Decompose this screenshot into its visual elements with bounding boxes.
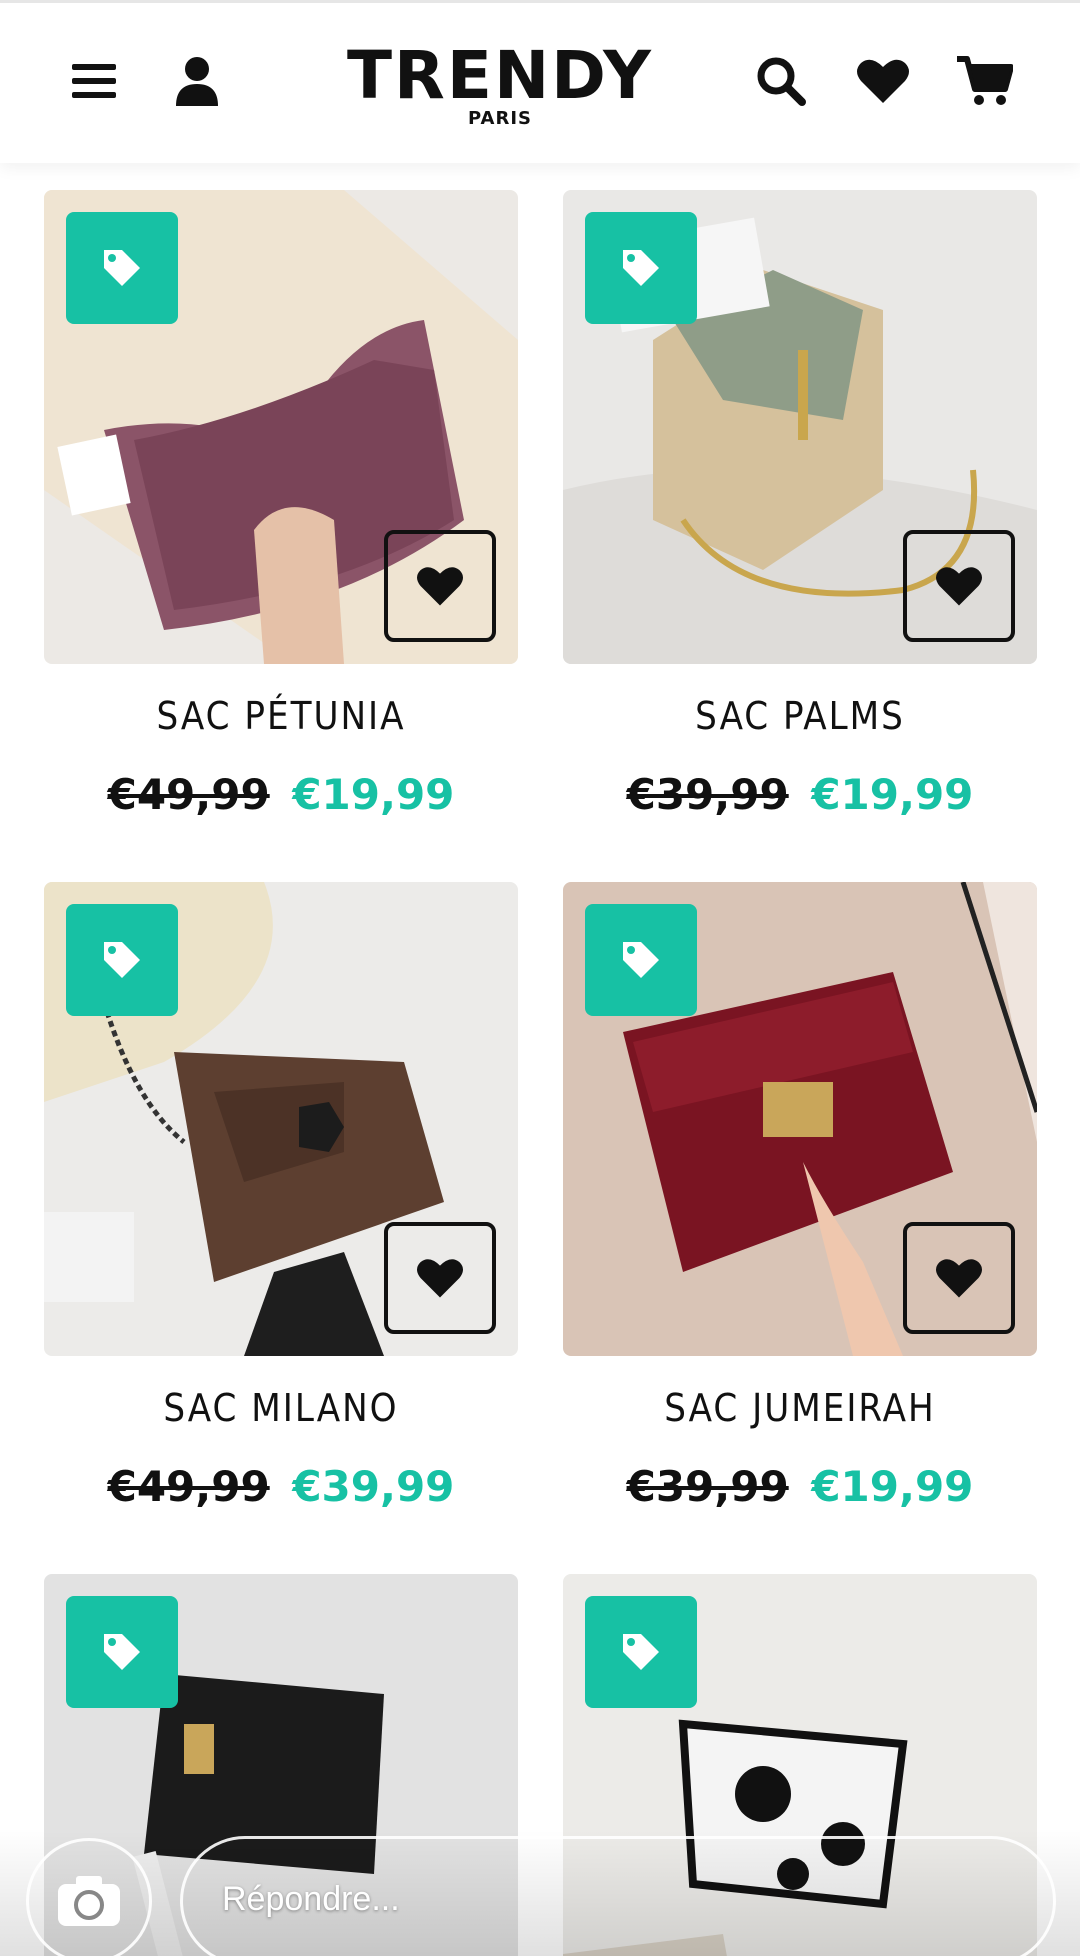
sale-tag-icon: [585, 212, 697, 324]
brand-name: TRENDY: [347, 37, 653, 114]
wishlist-button[interactable]: [903, 1222, 1015, 1334]
camera-button[interactable]: [26, 1838, 152, 1956]
reply-placeholder: Répondre...: [222, 1880, 400, 1918]
user-icon[interactable]: [167, 51, 227, 111]
product-price: €39,99 €19,99: [563, 770, 1037, 819]
product-image[interactable]: [563, 882, 1037, 1356]
sale-price: €19,99: [811, 1462, 974, 1511]
wishlist-button[interactable]: [384, 530, 496, 642]
heart-icon[interactable]: [853, 51, 913, 111]
sale-tag-icon: [585, 904, 697, 1016]
sale-tag-icon: [66, 1596, 178, 1708]
brand-logo[interactable]: TRENDY PARIS: [340, 43, 660, 129]
product-name[interactable]: SAC PALMS: [563, 694, 1037, 738]
sale-price: €19,99: [811, 770, 974, 819]
cart-icon[interactable]: [955, 51, 1015, 111]
top-header: TRENDY PARIS: [0, 0, 1080, 163]
search-icon[interactable]: [751, 51, 811, 111]
product-name[interactable]: SAC JUMEIRAH: [563, 1386, 1037, 1430]
wishlist-button[interactable]: [384, 1222, 496, 1334]
original-price: €49,99: [107, 770, 270, 819]
sale-price: €39,99: [292, 1462, 455, 1511]
sale-tag-icon: [66, 904, 178, 1016]
product-name[interactable]: SAC MILANO: [44, 1386, 518, 1430]
sale-price: €19,99: [292, 770, 455, 819]
wishlist-button[interactable]: [903, 530, 1015, 642]
product-image[interactable]: [44, 882, 518, 1356]
product-image[interactable]: [44, 190, 518, 664]
original-price: €39,99: [626, 1462, 789, 1511]
product-price: €39,99 €19,99: [563, 1462, 1037, 1511]
original-price: €39,99: [626, 770, 789, 819]
product-price: €49,99 €19,99: [44, 770, 518, 819]
menu-icon[interactable]: [64, 51, 124, 111]
product-image[interactable]: [563, 190, 1037, 664]
sale-tag-icon: [585, 1596, 697, 1708]
product-name[interactable]: SAC PÉTUNIA: [44, 694, 518, 738]
camera-icon: [58, 1876, 120, 1926]
sale-tag-icon: [66, 212, 178, 324]
product-price: €49,99 €39,99: [44, 1462, 518, 1511]
original-price: €49,99: [107, 1462, 270, 1511]
